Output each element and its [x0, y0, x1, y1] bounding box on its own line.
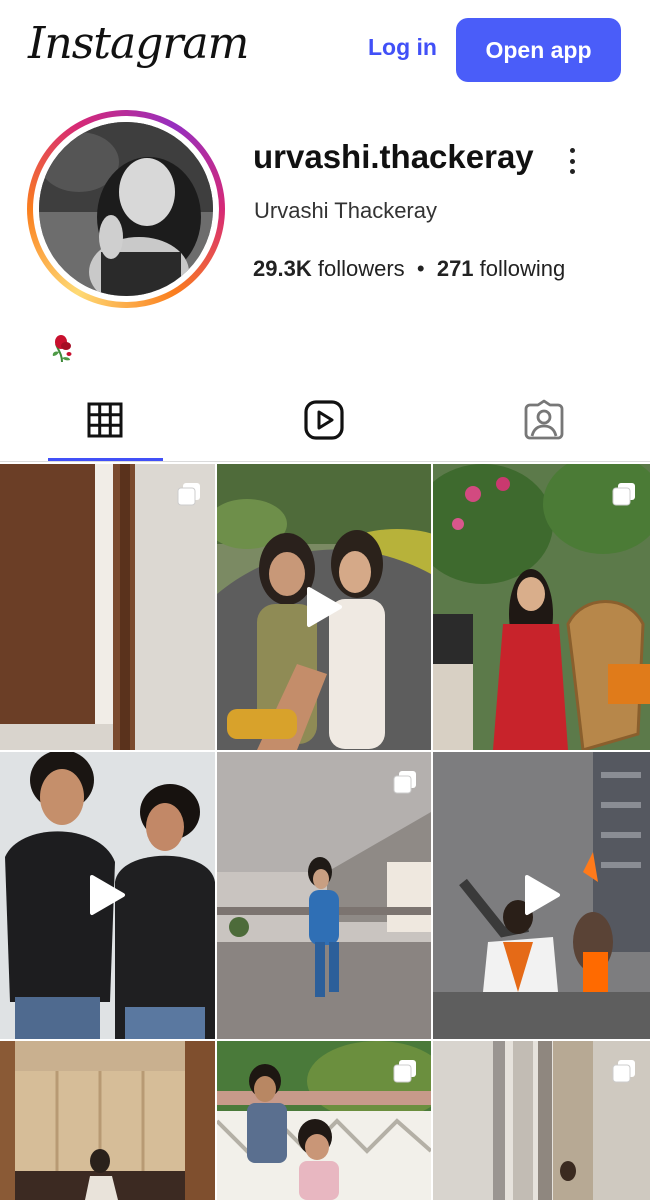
- more-options-icon[interactable]: [565, 148, 579, 174]
- carousel-icon: [393, 771, 416, 794]
- reels-icon[interactable]: [302, 398, 346, 442]
- grid-post[interactable]: [0, 1041, 215, 1200]
- posts-grid: [0, 464, 650, 1200]
- following-count: 271: [436, 256, 474, 281]
- carousel-icon: [612, 1060, 635, 1083]
- grid-post[interactable]: [433, 1041, 650, 1200]
- followers-stat[interactable]: 29.3K followers: [253, 256, 405, 281]
- post-thumbnail: [217, 752, 431, 1039]
- open-app-button[interactable]: Open app: [456, 18, 621, 82]
- avatar-photo: [39, 122, 213, 296]
- followers-label: followers: [317, 256, 405, 281]
- grid-post[interactable]: [217, 464, 431, 750]
- post-thumbnail: [0, 1041, 215, 1200]
- following-label: following: [479, 256, 566, 281]
- instagram-logo[interactable]: Instagram: [28, 18, 249, 69]
- grid-post[interactable]: [433, 752, 650, 1039]
- tagged-icon[interactable]: [522, 398, 566, 442]
- carousel-icon: [177, 483, 200, 506]
- top-bar: Instagram Log in Open app: [0, 0, 650, 100]
- reel-play-icon: [525, 875, 560, 915]
- story-ring[interactable]: [27, 110, 225, 308]
- grid-post[interactable]: [217, 752, 431, 1039]
- profile-username: urvashi.thackeray: [253, 138, 534, 175]
- post-thumbnail: [433, 464, 650, 750]
- profile-tabs: [0, 384, 650, 460]
- profile-full-name: Urvashi Thackeray: [254, 198, 437, 223]
- grid-post[interactable]: [433, 464, 650, 750]
- reel-play-icon: [90, 875, 125, 915]
- reel-play-icon: [307, 587, 342, 627]
- avatar[interactable]: [39, 122, 213, 296]
- followers-count: 29.3K: [253, 256, 312, 281]
- following-stat[interactable]: 271 following: [437, 256, 565, 281]
- carousel-icon: [612, 483, 635, 506]
- grid-post[interactable]: [217, 1041, 431, 1200]
- carousel-icon: [393, 1060, 416, 1083]
- grid-post[interactable]: [0, 464, 215, 750]
- wilted-rose-icon: [52, 335, 72, 363]
- stats-separator: •: [416, 256, 425, 281]
- grid-post[interactable]: [0, 752, 215, 1039]
- login-link[interactable]: Log in: [368, 34, 437, 61]
- tabs-divider: [0, 461, 650, 462]
- post-thumbnail: [0, 464, 215, 750]
- avatar-frame: [33, 116, 219, 302]
- grid-icon[interactable]: [83, 398, 127, 442]
- profile-stats: 29.3K followers • 271 following: [253, 256, 565, 282]
